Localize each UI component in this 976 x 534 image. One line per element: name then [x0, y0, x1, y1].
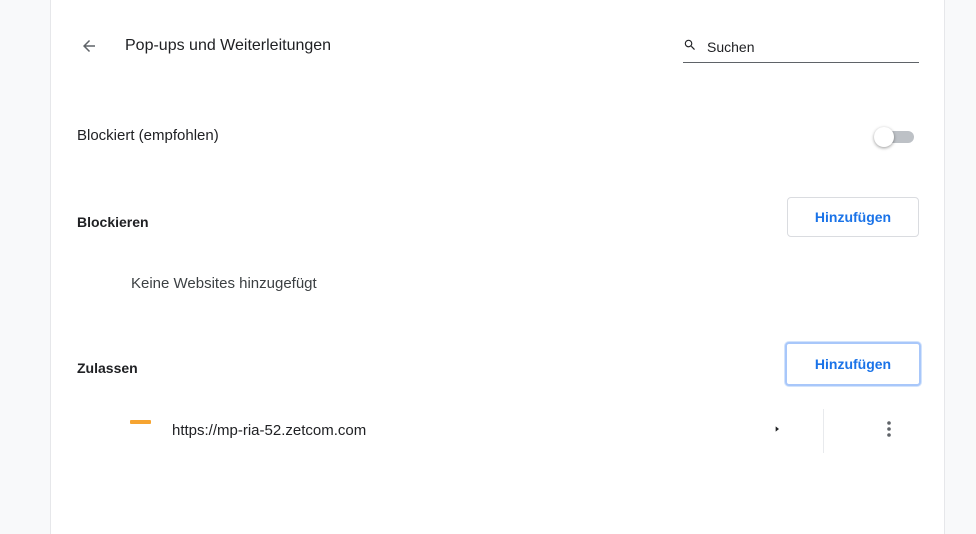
back-button[interactable] [77, 33, 101, 59]
block-section-title: Blockieren [77, 214, 149, 230]
allow-add-button[interactable]: Hinzufügen [785, 342, 921, 386]
blocked-toggle[interactable] [874, 127, 916, 147]
more-vert-icon[interactable] [877, 417, 901, 441]
arrow-back-icon [83, 40, 95, 52]
settings-card: Pop-ups und Weiterleitungen Blockiert (e… [50, 0, 945, 534]
search-icon [684, 39, 695, 50]
search-field [683, 36, 919, 63]
list-item[interactable]: https://mp-ria-52.zetcom.com [51, 405, 944, 457]
allow-section-title: Zulassen [77, 360, 138, 376]
block-empty-text: Keine Websites hinzugefügt [131, 275, 317, 292]
search-input[interactable] [707, 36, 917, 58]
page-header: Pop-ups und Weiterleitungen [51, 0, 944, 92]
blocked-setting-label: Blockiert (empfohlen) [77, 127, 219, 144]
page-title: Pop-ups und Weiterleitungen [125, 37, 332, 54]
row-separator [823, 409, 824, 453]
block-add-button[interactable]: Hinzufügen [787, 197, 919, 237]
site-favicon [130, 420, 151, 424]
site-url: https://mp-ria-52.zetcom.com [172, 422, 367, 439]
arrow-right-icon[interactable] [769, 421, 785, 437]
toggle-knob [874, 127, 894, 147]
